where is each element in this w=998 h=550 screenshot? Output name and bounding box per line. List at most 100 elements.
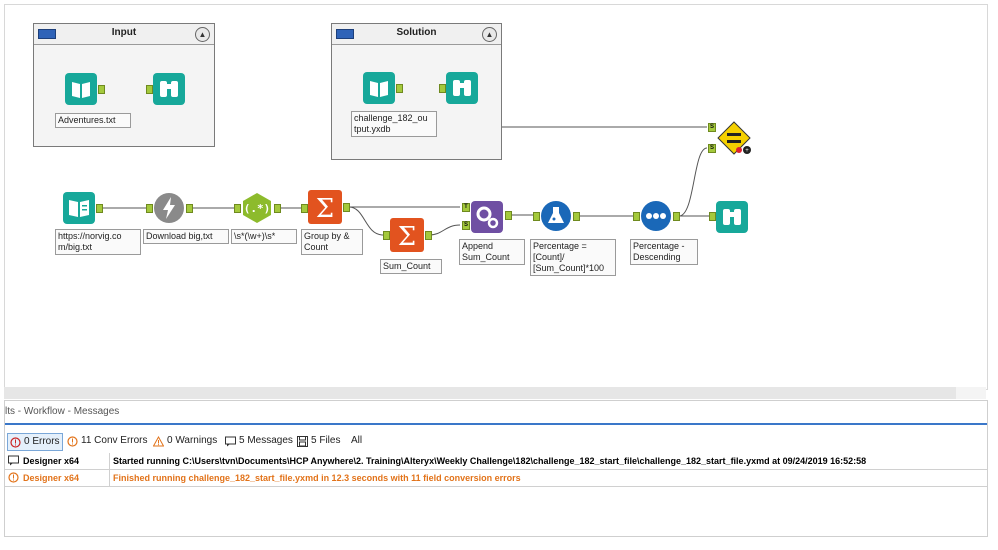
sigma-icon: Σ [390, 218, 424, 252]
binoculars-icon [446, 72, 478, 104]
filter-messages-button[interactable]: 5 Messages [225, 433, 293, 449]
append-fields-tool[interactable] [471, 201, 503, 233]
message-source: Designer x64 [23, 456, 80, 466]
container-header: Input ▲ [34, 24, 214, 45]
message-text: Finished running challenge_182_start_fil… [113, 473, 521, 483]
table-row[interactable]: Designer x64 Started running C:\Users\tv… [5, 453, 987, 470]
input-anchor[interactable] [383, 231, 390, 240]
file-save-icon [297, 435, 308, 447]
dots-icon [641, 201, 671, 231]
browse-tool-output[interactable] [716, 201, 748, 233]
book-list-icon [63, 192, 95, 224]
container-title: Solution [396, 27, 437, 38]
results-panel: lts - Workflow - Messages 0 Errors 11 Co… [4, 400, 988, 537]
browse-tool-solution[interactable] [446, 72, 478, 104]
tool-label: Download big,txt [143, 229, 229, 244]
tool-label: Append Sum_Count [459, 239, 525, 265]
workflow-canvas[interactable]: Input ▲ Solution ▲ Adventures.txt challe… [4, 4, 988, 390]
flask-icon [541, 201, 571, 231]
input-anchor[interactable] [439, 84, 446, 93]
input-anchor[interactable] [146, 204, 153, 213]
horizontal-scrollbar[interactable] [4, 387, 956, 399]
filter-files-button[interactable]: 5 Files [297, 433, 340, 449]
output-anchor[interactable] [98, 85, 105, 94]
regex-tool[interactable]: (.*) [241, 192, 273, 224]
tool-label: \s*(\w+)\s* [231, 229, 297, 244]
input-anchor[interactable] [301, 204, 308, 213]
test-tool[interactable]: + [717, 121, 751, 155]
filter-errors-button[interactable]: 0 Errors [7, 433, 63, 451]
output-anchor[interactable] [573, 212, 580, 221]
binoculars-icon [153, 73, 185, 105]
filter-conv-errors-label: 11 Conv Errors [81, 435, 148, 446]
filter-all-button[interactable]: All [351, 433, 362, 449]
container-title: Input [111, 27, 137, 38]
column-divider [109, 453, 110, 469]
table-row[interactable]: Designer x64 Finished running challenge_… [5, 470, 987, 487]
input-data-tool-adventures[interactable] [65, 73, 97, 105]
message-text: Started running C:\Users\tvn\Documents\H… [113, 456, 867, 466]
tool-label: Adventures.txt [55, 113, 131, 128]
svg-text:Σ: Σ [316, 194, 334, 224]
output-anchor[interactable] [274, 204, 281, 213]
download-tool[interactable] [153, 192, 185, 224]
browse-tool-input[interactable] [153, 73, 185, 105]
filter-files-label: 5 Files [311, 435, 341, 446]
input-anchor[interactable] [633, 212, 640, 221]
output-anchor[interactable] [343, 203, 350, 212]
append-source-anchor[interactable]: S [462, 221, 470, 230]
error-icon [10, 436, 21, 448]
summarize-tool-sum[interactable]: Σ [390, 218, 424, 252]
filter-messages-label: 5 Messages [239, 435, 293, 446]
panel-title: lts - Workflow - Messages [5, 406, 120, 417]
designer-window: Input ▲ Solution ▲ Adventures.txt challe… [0, 0, 998, 550]
warning-icon [153, 435, 164, 446]
book-icon [363, 72, 395, 104]
binoculars-icon [716, 201, 748, 233]
container-header: Solution ▲ [332, 24, 501, 45]
input-anchor[interactable] [234, 204, 241, 213]
message-icon [8, 455, 19, 466]
equals-diamond-icon: + [717, 121, 751, 155]
output-anchor[interactable] [396, 84, 403, 93]
svg-text:(.*): (.*) [244, 202, 271, 215]
output-anchor[interactable] [96, 204, 103, 213]
sort-tool[interactable] [640, 200, 672, 232]
tool-label: Group by & Count [301, 229, 363, 255]
input-anchor[interactable] [533, 212, 540, 221]
input-anchor[interactable] [146, 85, 153, 94]
test-input-anchor-2[interactable]: S [708, 144, 716, 153]
input-data-tool-solution[interactable] [363, 72, 395, 104]
formula-tool[interactable] [540, 200, 572, 232]
filter-errors-label: 0 Errors [24, 436, 60, 447]
collapse-icon[interactable]: ▲ [482, 27, 497, 42]
panel-separator [5, 423, 987, 425]
lightning-icon [154, 193, 184, 223]
conn-sum-append-s [428, 224, 461, 236]
column-divider [109, 470, 110, 486]
test-input-anchor-1[interactable]: S [708, 123, 716, 132]
output-anchor[interactable] [673, 212, 680, 221]
tool-label: challenge_182_ou tput.yxdb [351, 111, 437, 137]
filter-warnings-button[interactable]: 0 Warnings [153, 433, 217, 449]
message-source: Designer x64 [23, 473, 80, 483]
output-anchor[interactable] [425, 231, 432, 240]
scrollbar-corner [956, 387, 986, 399]
input-anchor[interactable] [709, 212, 716, 221]
append-target-anchor[interactable]: T [462, 203, 470, 212]
filter-all-label: All [351, 435, 363, 446]
filter-conv-errors-button[interactable]: 11 Conv Errors [67, 433, 148, 449]
gears-icon [471, 201, 503, 233]
text-input-tool-url[interactable] [63, 192, 95, 224]
collapse-icon[interactable]: ▲ [195, 27, 210, 42]
tool-label: Percentage = [Count]/ [Sum_Count]*100 [530, 239, 616, 276]
message-icon [225, 436, 236, 446]
tool-label: https://norvig.co m/big.txt [55, 229, 141, 255]
conv-error-icon [67, 435, 78, 447]
output-anchor[interactable] [186, 204, 193, 213]
summarize-tool-group[interactable]: Σ [308, 190, 342, 224]
sigma-icon: Σ [308, 190, 342, 224]
output-anchor[interactable] [505, 211, 512, 220]
container-input[interactable]: Input ▲ [33, 23, 215, 147]
conv-error-icon [8, 472, 19, 483]
